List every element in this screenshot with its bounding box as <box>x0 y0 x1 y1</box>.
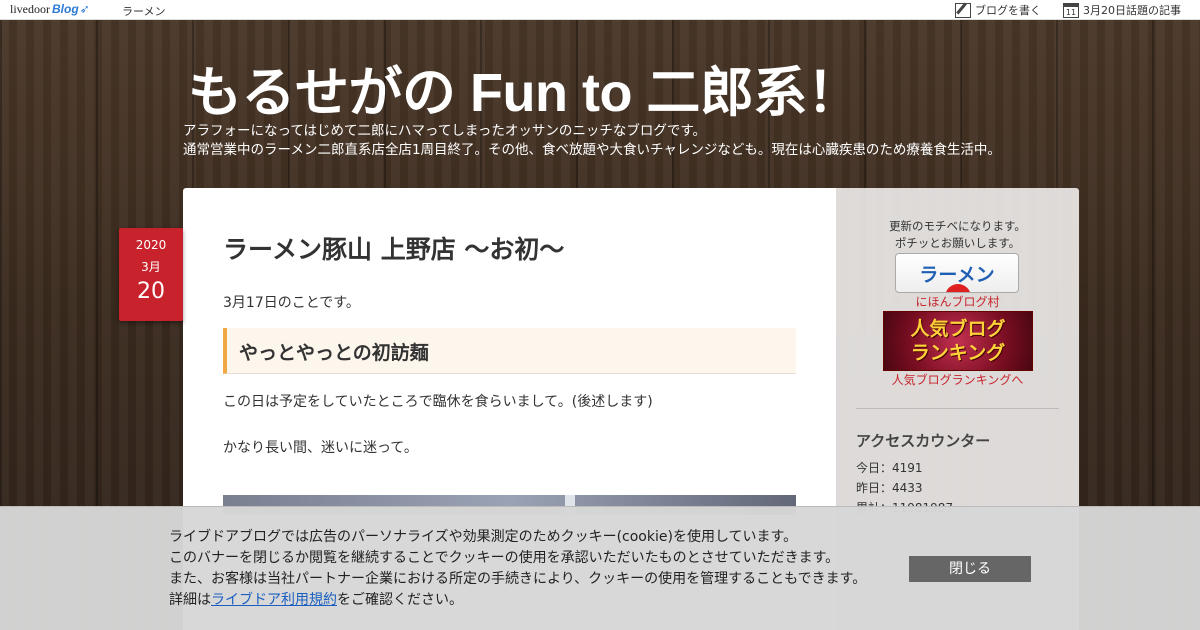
nihon-blog-mura-link[interactable]: にほんブログ村 <box>836 293 1079 310</box>
cookie-text-line: 詳細はライブドア利用規約をご確認ください。 <box>169 590 866 611</box>
blog-description: アラフォーになってはじめて二郎にハマってしまったオッサンのニッチなブログです。 … <box>183 122 1001 160</box>
livedoor-blog-logo[interactable]: livedoor Blog➶ <box>10 2 90 17</box>
popular-blog-ranking-banner[interactable]: 人気ブログ ランキング <box>883 311 1033 371</box>
sidebar-note: 更新のモチベになります。 ポチッとお願いします。 <box>836 218 1079 252</box>
post-date-month: 3月 <box>141 260 161 274</box>
post-date-badge: 2020 3月 20 <box>119 228 183 321</box>
terms-of-use-link[interactable]: ライブドア利用規約 <box>211 592 337 608</box>
pencil-icon <box>955 2 971 18</box>
write-blog-link[interactable]: ブログを書く <box>955 2 1041 18</box>
article-paragraph: 3月17日のことです。 <box>223 295 360 311</box>
cookie-text-line: このバナーを閉じるか閲覧を継続することでクッキーの使用を承認いただいたものとさせ… <box>169 550 840 566</box>
top-bar: livedoor Blog➶ ラーメン ブログを書く 11 3月20日話題の記事 <box>0 0 1200 20</box>
trending-articles-link[interactable]: 11 3月20日話題の記事 <box>1063 2 1181 18</box>
rank-banner-line: 人気ブログ <box>910 318 1006 340</box>
write-blog-label: ブログを書く <box>975 4 1041 17</box>
popular-blog-ranking-link[interactable]: 人気ブログランキングへ <box>836 371 1079 388</box>
calendar-icon: 11 <box>1063 2 1079 18</box>
category-link[interactable]: ラーメン <box>122 3 166 19</box>
article-paragraph: この日は予定をしていたところで臨休を食らいまして。(後述します) <box>223 394 653 410</box>
cookie-close-button[interactable]: 閉じる <box>909 556 1031 582</box>
rank-banner-line: ランキング <box>910 342 1006 364</box>
blog-description-line: 通常営業中のラーメン二郎直系店全店1周目終了。その他、食べ放題や大食いチャレンジ… <box>183 142 1001 158</box>
counter-today: 今日：4191 <box>856 461 923 475</box>
sidebar-note-line: ポチッとお願いします。 <box>894 236 1021 250</box>
trending-label: 3月20日話題の記事 <box>1083 4 1181 17</box>
post-date-year: 2020 <box>135 238 167 252</box>
cookie-details-prefix: 詳細は <box>169 592 211 608</box>
sidebar-divider <box>856 408 1059 409</box>
ramen-ranking-button[interactable]: ラーメン <box>895 253 1019 293</box>
cookie-text-line: ライブドアブログでは広告のパーソナライズや効果測定のためクッキー(cookie)… <box>169 529 798 545</box>
sidebar-note-line: 更新のモチベになります。 <box>889 219 1026 233</box>
post-title[interactable]: ラーメン豚山 上野店 〜お初〜 <box>223 230 564 266</box>
cookie-consent-text: ライブドアブログでは広告のパーソナライズや効果測定のためクッキー(cookie)… <box>169 527 866 611</box>
ramen-button-label: ラーメン <box>919 264 995 286</box>
blog-description-line: アラフォーになってはじめて二郎にハマってしまったオッサンのニッチなブログです。 <box>183 123 706 139</box>
counter-yesterday: 昨日：4433 <box>856 481 923 495</box>
cookie-text-line: また、お客様は当社パートナー企業における所定の手続きにより、クッキーの使用を管理… <box>169 571 867 587</box>
blog-title[interactable]: もるせがの Fun to 二郎系！ <box>188 48 861 127</box>
article-paragraph: かなり長い間、迷いに迷って。 <box>223 440 418 456</box>
cookie-consent-banner: ライブドアブログでは広告のパーソナライズや効果測定のためクッキー(cookie)… <box>0 506 1200 630</box>
logo-blog: Blog <box>52 2 79 16</box>
post-date-day: 20 <box>137 279 165 304</box>
access-counter-heading: アクセスカウンター <box>856 432 991 450</box>
logo-brand: livedoor <box>10 2 50 16</box>
cookie-details-suffix: をご確認ください。 <box>337 592 463 608</box>
feather-icon: ➶ <box>79 2 90 16</box>
article-subheading: やっとやっとの初訪麺 <box>223 328 796 374</box>
